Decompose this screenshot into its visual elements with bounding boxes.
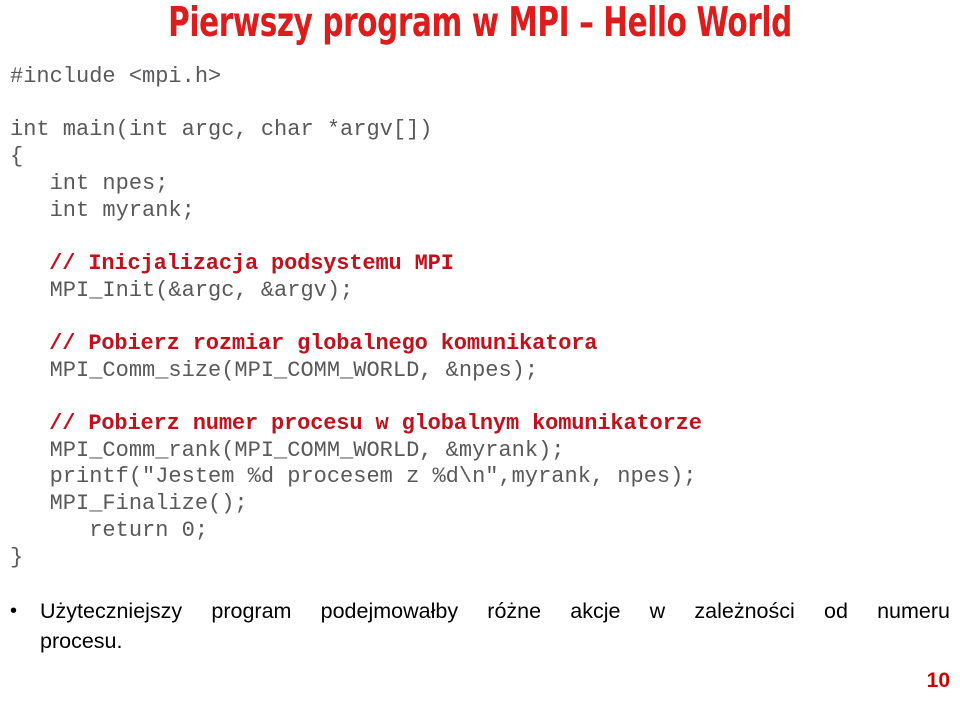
code-text: MPI_Finalize(); bbox=[10, 491, 248, 517]
code-text: int main(int argc, char *argv[]) bbox=[10, 117, 433, 143]
code-line: { bbox=[10, 144, 950, 171]
code-text: MPI_Comm_size(MPI_COMM_WORLD, &npes); bbox=[10, 357, 539, 383]
code-line: MPI_Init(&argc, &argv); bbox=[10, 278, 950, 305]
page-number: 10 bbox=[926, 669, 950, 692]
bullet-text-line-1: Użyteczniejszy program podejmowałby różn… bbox=[40, 599, 950, 623]
code-line: printf("Jestem %d procesem z %d\n",myran… bbox=[10, 464, 950, 491]
code-line: MPI_Finalize(); bbox=[10, 491, 950, 518]
code-line: int npes; bbox=[10, 171, 950, 198]
comment-text: // Pobierz rozmiar globalnego komunikato… bbox=[10, 330, 598, 356]
code-text: printf("Jestem %d procesem z %d\n",myran… bbox=[10, 464, 697, 490]
code-line: return 0; bbox=[10, 518, 950, 545]
code-text: MPI_Init(&argc, &argv); bbox=[10, 277, 354, 303]
comment-text: // Inicjalizacja podsystemu MPI bbox=[10, 250, 454, 276]
code-text: int myrank; bbox=[10, 197, 195, 223]
code-text: { bbox=[10, 144, 24, 170]
code-text: return 0; bbox=[10, 517, 209, 543]
code-comment-line: // Pobierz rozmiar globalnego komunikato… bbox=[10, 331, 950, 358]
bullet-text-line-2: procesu. bbox=[40, 629, 123, 653]
slide-title: Pierwszy program w MPI – Hello World bbox=[168, 0, 792, 46]
code-comment-line: // Inicjalizacja podsystemu MPI bbox=[10, 251, 950, 278]
code-text: int npes; bbox=[10, 170, 169, 196]
code-text: MPI_Comm_rank(MPI_COMM_WORLD, &myrank); bbox=[10, 437, 565, 463]
code-line: } bbox=[10, 545, 950, 572]
bullet-text: Użyteczniejszy program podejmowałby różn… bbox=[40, 596, 950, 656]
code-line: int myrank; bbox=[10, 198, 950, 225]
comment-text: // Pobierz numer procesu w globalnym kom… bbox=[10, 411, 702, 437]
bullet-list: • Użyteczniejszy program podejmowałby róż… bbox=[6, 596, 950, 656]
code-comment-line: // Pobierz numer procesu w globalnym kom… bbox=[10, 411, 950, 438]
code-line: MPI_Comm_size(MPI_COMM_WORLD, &npes); bbox=[10, 358, 950, 385]
bullet-marker-icon: • bbox=[10, 600, 18, 622]
code-line: int main(int argc, char *argv[]) bbox=[10, 117, 950, 144]
code-text: #include <mpi.h> bbox=[10, 64, 222, 89]
code-text: } bbox=[10, 544, 24, 570]
code-listing: #include <mpi.h> int main(int argc, char… bbox=[10, 64, 950, 571]
code-line: #include <mpi.h> bbox=[10, 64, 950, 91]
bullet-item: • Użyteczniejszy program podejmowałby róż… bbox=[6, 596, 950, 656]
code-line: MPI_Comm_rank(MPI_COMM_WORLD, &myrank); bbox=[10, 438, 950, 465]
